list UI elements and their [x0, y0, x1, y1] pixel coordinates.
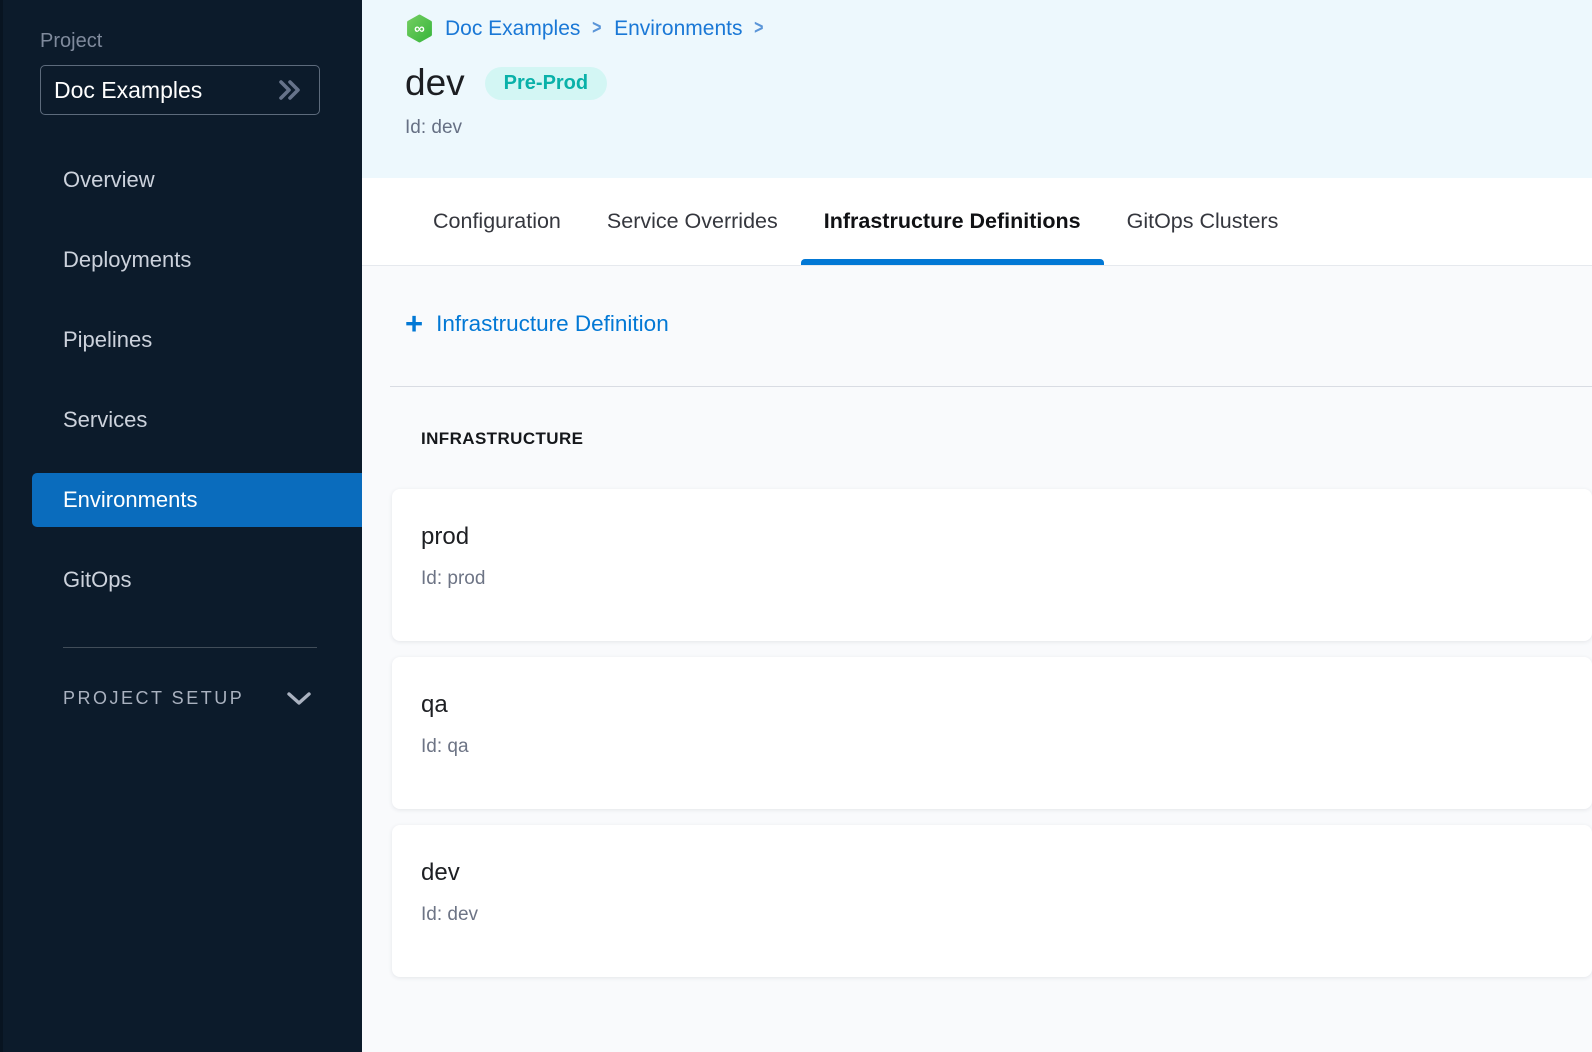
environment-id-text: Id: dev [405, 117, 1592, 139]
svg-text:∞: ∞ [414, 20, 425, 37]
chevron-down-icon [286, 691, 312, 707]
sidebar-divider [63, 647, 317, 648]
sidebar-item-label: GitOps [63, 567, 131, 593]
infrastructure-id: Id: qa [421, 736, 1592, 758]
infrastructure-column-header: INFRASTRUCTURE [421, 429, 1592, 451]
double-chevron-right-icon [275, 78, 305, 102]
sidebar-item-label: Deployments [63, 247, 191, 273]
sidebar-item-label: Environments [63, 487, 198, 513]
main-panel: ∞ Doc Examples > Environments > dev Pre-… [362, 0, 1592, 1052]
environments-hexagon-infinity-icon: ∞ [405, 14, 434, 43]
page-title: dev [405, 63, 465, 103]
breadcrumb-link-project[interactable]: Doc Examples [445, 17, 580, 41]
sidebar-item-gitops[interactable]: GitOps [3, 553, 362, 607]
sidebar-item-label: Overview [63, 167, 155, 193]
sidebar-item-overview[interactable]: Overview [3, 153, 362, 207]
tab-service-overrides[interactable]: Service Overrides [584, 178, 801, 265]
tab-gitops-clusters[interactable]: GitOps Clusters [1104, 178, 1302, 265]
breadcrumb-separator-icon: > [755, 17, 764, 40]
tab-label: Infrastructure Definitions [824, 209, 1081, 234]
tab-content: + Infrastructure Definition INFRASTRUCTU… [362, 266, 1592, 1052]
project-sidebar: Project Doc Examples Overview Deployment… [0, 0, 362, 1052]
tab-configuration[interactable]: Configuration [410, 178, 584, 265]
environment-header: ∞ Doc Examples > Environments > dev Pre-… [362, 0, 1592, 178]
add-infrastructure-definition-button[interactable]: + Infrastructure Definition [405, 306, 669, 342]
infrastructure-id: Id: dev [421, 904, 1592, 926]
infrastructure-id: Id: prod [421, 568, 1592, 590]
infrastructure-card-qa[interactable]: qa Id: qa [392, 657, 1592, 809]
sidebar-nav: Overview Deployments Pipelines Services … [3, 153, 362, 607]
sidebar-item-deployments[interactable]: Deployments [3, 233, 362, 287]
tab-label: Configuration [433, 209, 561, 234]
project-setup-label: PROJECT SETUP [63, 688, 244, 709]
infrastructure-name: prod [421, 523, 1592, 551]
breadcrumb-separator-icon: > [593, 17, 602, 40]
infrastructure-card-prod[interactable]: prod Id: prod [392, 489, 1592, 641]
tab-label: GitOps Clusters [1127, 209, 1279, 234]
project-selector[interactable]: Doc Examples [40, 65, 320, 115]
tab-bar: Configuration Service Overrides Infrastr… [362, 178, 1592, 266]
project-selector-value: Doc Examples [54, 77, 202, 104]
app-root: Project Doc Examples Overview Deployment… [0, 0, 1592, 1052]
content-divider [390, 386, 1592, 387]
environment-type-badge: Pre-Prod [485, 67, 607, 100]
title-row: dev Pre-Prod [405, 63, 1592, 103]
sidebar-item-services[interactable]: Services [3, 393, 362, 447]
breadcrumb: ∞ Doc Examples > Environments > [405, 14, 1592, 43]
sidebar-item-label: Pipelines [63, 327, 152, 353]
infrastructure-name: qa [421, 691, 1592, 719]
tab-label: Service Overrides [607, 209, 778, 234]
project-setup-toggle[interactable]: PROJECT SETUP [63, 688, 312, 709]
sidebar-item-label: Services [63, 407, 147, 433]
sidebar-item-pipelines[interactable]: Pipelines [3, 313, 362, 367]
breadcrumb-link-environments[interactable]: Environments [614, 17, 742, 41]
tab-infrastructure-definitions[interactable]: Infrastructure Definitions [801, 178, 1104, 265]
sidebar-item-environments[interactable]: Environments [32, 473, 362, 527]
infrastructure-name: dev [421, 859, 1592, 887]
infrastructure-card-dev[interactable]: dev Id: dev [392, 825, 1592, 977]
plus-icon: + [405, 309, 423, 339]
add-button-label: Infrastructure Definition [436, 311, 669, 337]
project-label: Project [40, 30, 362, 53]
